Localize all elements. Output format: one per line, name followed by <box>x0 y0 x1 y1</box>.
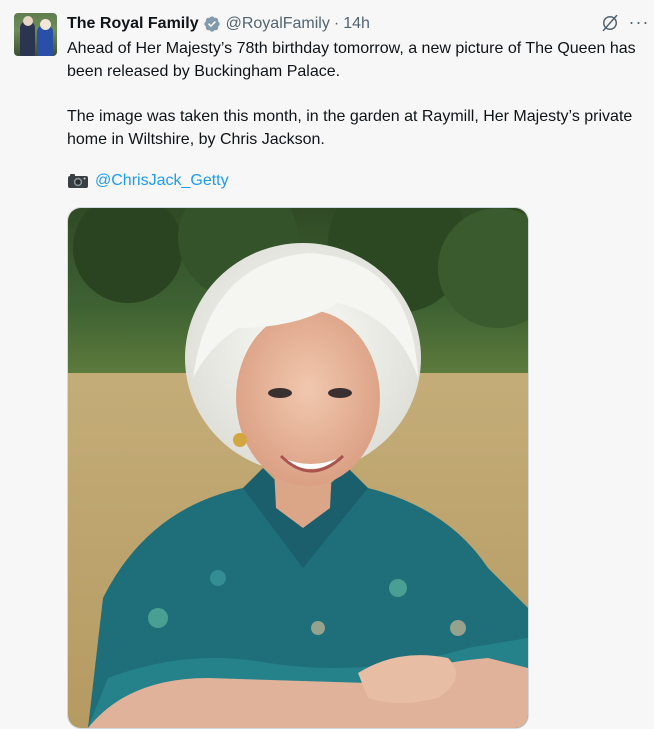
avatar-figure-left <box>20 21 35 56</box>
tweet-text-paragraph-1: Ahead of Her Majesty’s 78th birthday tom… <box>67 40 636 80</box>
grok-icon[interactable] <box>600 13 620 33</box>
avatar[interactable] <box>14 13 57 56</box>
tweet-header: The Royal Family @RoyalFamily · 14h <box>67 14 370 34</box>
separator-dot: · <box>333 15 340 32</box>
camera-emoji-icon <box>67 173 89 189</box>
tweet[interactable]: The Royal Family @RoyalFamily · 14h ··· … <box>0 0 654 729</box>
author-handle[interactable]: @RoyalFamily <box>226 15 330 33</box>
photo-credit: @ChrisJack_Getty <box>67 172 229 190</box>
avatar-head-right <box>40 19 51 30</box>
author-name[interactable]: The Royal Family <box>67 15 199 33</box>
more-options-icon[interactable]: ··· <box>628 11 650 33</box>
credit-mention-link[interactable]: @ChrisJack_Getty <box>95 172 229 190</box>
tweet-text-paragraph-2: The image was taken this month, in the g… <box>67 108 633 148</box>
verified-badge-icon[interactable] <box>203 15 221 33</box>
timestamp[interactable]: 14h <box>343 15 370 33</box>
avatar-head-left <box>23 16 33 26</box>
tweet-photo[interactable] <box>67 207 529 729</box>
